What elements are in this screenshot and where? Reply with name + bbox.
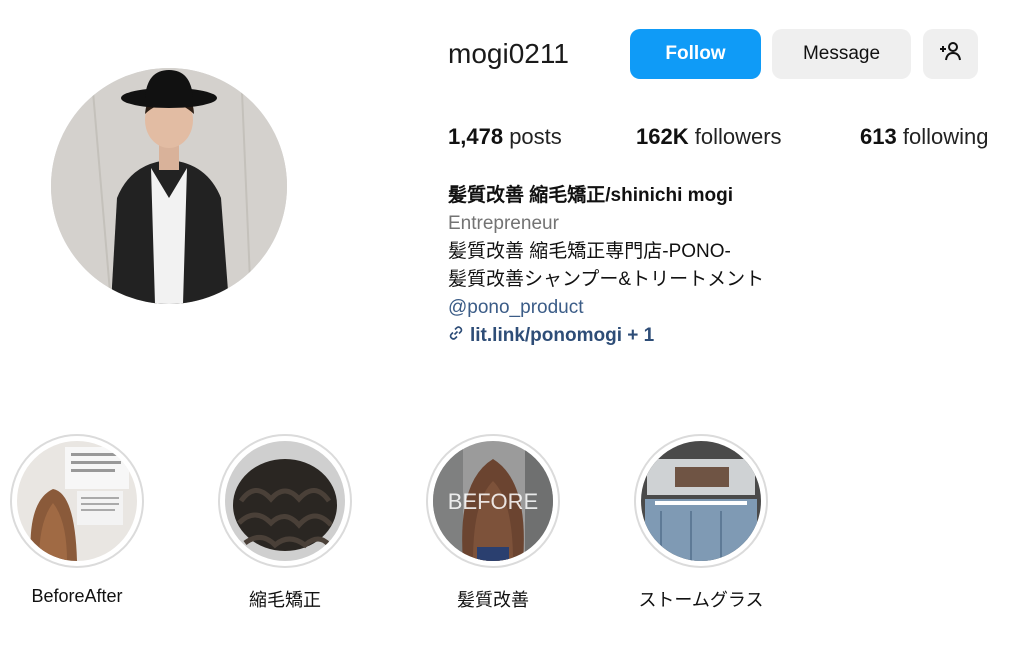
following-stat[interactable]: 613 following: [860, 122, 988, 152]
highlight-label: 髪質改善: [457, 590, 529, 610]
bio-link-text: lit.link/ponomogi + 1: [470, 325, 655, 346]
add-user-icon: [939, 41, 963, 67]
highlight-label: 縮毛矯正: [249, 590, 321, 610]
highlight-cover-image: [225, 441, 345, 561]
followers-label: followers: [694, 124, 782, 149]
highlight-overlay-text: BEFORE: [448, 489, 538, 514]
highlight-item[interactable]: BEFORE 髪質改善: [423, 434, 563, 610]
posts-label: posts: [509, 124, 562, 149]
highlight-item[interactable]: 縮毛矯正: [215, 434, 355, 610]
bio-line-2: 髪質改善シャンプー&トリートメント: [448, 269, 765, 290]
highlight-cover-ring: BEFORE: [426, 434, 560, 568]
followers-stat[interactable]: 162K followers: [636, 122, 782, 152]
posts-stat: 1,478 posts: [448, 122, 562, 152]
profile-username: mogi0211: [448, 38, 569, 69]
highlight-cover-ring: [634, 434, 768, 568]
suggest-users-button[interactable]: [923, 29, 978, 79]
posts-count: 1,478: [448, 124, 504, 149]
profile-page: mogi0211 Follow Message 1,478 posts 162K…: [0, 0, 1010, 648]
bio-category: Entrepreneur: [448, 213, 559, 234]
following-count: 613: [860, 124, 897, 149]
link-icon: [448, 322, 464, 350]
bio-line-1: 髪質改善 縮毛矯正専門店-PONO-: [448, 241, 731, 262]
highlight-cover-ring: [218, 434, 352, 568]
bio-name: 髪質改善 縮毛矯正/shinichi mogi: [448, 185, 734, 206]
highlight-cover-image: [17, 441, 137, 561]
highlight-item[interactable]: BeforeAfter: [7, 434, 147, 606]
highlight-cover-image: [641, 441, 761, 561]
message-button[interactable]: Message: [772, 29, 911, 79]
following-label: following: [902, 124, 989, 149]
bio-mention-link[interactable]: @pono_product: [448, 294, 988, 322]
profile-bio: 髪質改善 縮毛矯正/shinichi mogi Entrepreneur 髪質改…: [448, 182, 988, 350]
highlight-cover-ring: [10, 434, 144, 568]
highlight-cover-image: BEFORE: [433, 441, 553, 561]
highlight-item[interactable]: ストームグラス: [631, 434, 771, 610]
followers-count: 162K: [636, 124, 689, 149]
follow-button[interactable]: Follow: [630, 29, 761, 79]
highlight-label: BeforeAfter: [31, 586, 123, 606]
profile-avatar[interactable]: [51, 68, 287, 304]
bio-external-link[interactable]: lit.link/ponomogi + 1: [448, 322, 988, 350]
highlight-label: ストームグラス: [638, 590, 764, 610]
